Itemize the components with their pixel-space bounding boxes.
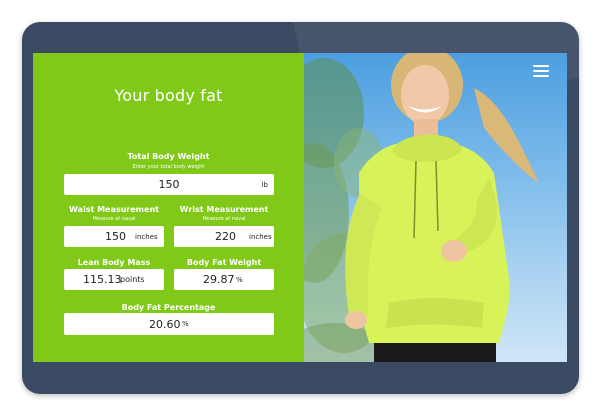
fat-percentage-field: 20.60 % (64, 313, 274, 335)
lean-mass-value: 115.13 (83, 273, 122, 286)
lean-mass-unit: points (120, 275, 145, 284)
menu-bar-top (533, 65, 549, 67)
fat-weight-value: 29.87 (203, 273, 235, 286)
waist-label: Waist Measurement (69, 205, 159, 214)
total-weight-unit: lb (261, 180, 268, 189)
total-weight-field[interactable]: 150 lb (64, 174, 274, 195)
total-weight-label: Total Body Weight (127, 152, 210, 161)
waist-field[interactable]: 150 inches (64, 226, 164, 247)
menu-bar-middle (533, 70, 549, 72)
fat-percentage-value: 20.60 (149, 317, 181, 331)
hero-photo (304, 53, 567, 362)
app-screen: Your body fat Total Body Weight Enter yo… (33, 53, 567, 362)
fat-percentage-unit: % (182, 320, 189, 328)
waist-hint: Measure at naval (92, 216, 136, 222)
fat-percentage-label: Body Fat Percentage (121, 303, 216, 312)
menu-bar-bottom (533, 75, 549, 77)
waist-value[interactable]: 150 (105, 226, 126, 247)
lean-mass-field: 115.13 points (64, 269, 164, 290)
hamburger-menu-icon[interactable] (533, 65, 549, 77)
waist-unit: inches (135, 232, 158, 241)
tablet-frame: Your body fat Total Body Weight Enter yo… (22, 22, 579, 394)
page-title: Your body fat (114, 86, 223, 105)
lean-mass-label: Lean Body Mass (77, 258, 151, 267)
fat-weight-label: Body Fat Weight (186, 258, 262, 267)
wrist-unit: inches (249, 232, 272, 241)
fat-weight-unit: % (236, 275, 243, 284)
total-weight-hint: Enter your total body weight (132, 164, 205, 170)
calculator-panel: Your body fat Total Body Weight Enter yo… (33, 53, 304, 362)
runner-illustration (304, 53, 539, 362)
fat-weight-field: 29.87 % (174, 269, 274, 290)
total-weight-value[interactable]: 150 (64, 174, 274, 195)
wrist-field[interactable]: 220 inches (174, 226, 274, 247)
wrist-value[interactable]: 220 (215, 226, 236, 247)
wrist-hint: Measure at naval (202, 216, 246, 222)
wrist-label: Wrist Measurement (179, 205, 269, 214)
